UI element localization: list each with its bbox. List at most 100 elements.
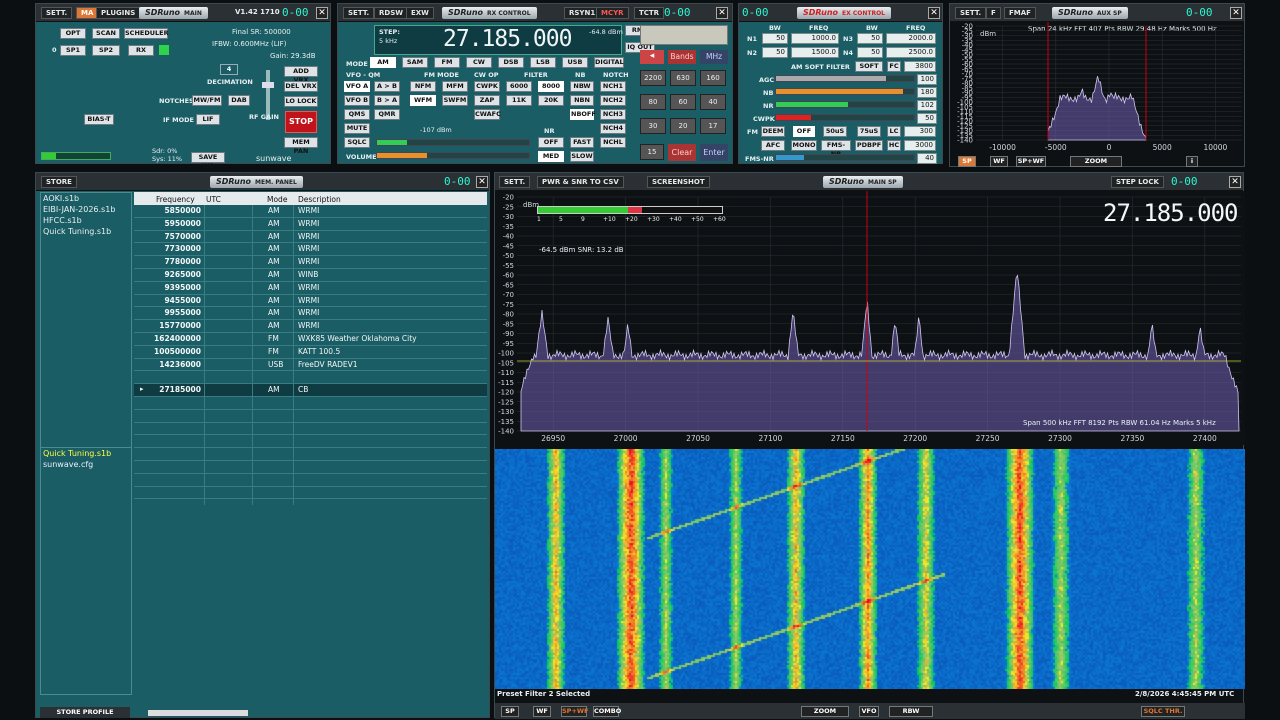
aux-f-button[interactable]: F xyxy=(986,7,1001,19)
fc-value[interactable]: 3800 xyxy=(904,61,936,72)
agc-slow-button[interactable]: SLOW xyxy=(570,151,594,162)
scheduler-button[interactable]: SCHEDULER xyxy=(124,28,168,39)
mem-table-row[interactable]: 100500000 FM KATT 100.5 xyxy=(134,346,487,359)
swfm-button[interactable]: SWFM xyxy=(442,95,468,106)
deem-off-button[interactable]: OFF xyxy=(793,126,815,137)
mem-table-row[interactable]: 5950000 AM WRMI xyxy=(134,218,487,231)
n4-bw[interactable]: 50 xyxy=(857,47,883,58)
step-lock-button[interactable]: STEP LOCK xyxy=(1111,176,1164,188)
enter-button[interactable]: Enter xyxy=(700,144,728,161)
mute-button[interactable]: MUTE xyxy=(344,123,370,134)
aux-spectrum[interactable]: -20-25-30-35-40-45-50-55-60-65-70-75-80-… xyxy=(950,22,1246,152)
band-key-80[interactable]: 80 xyxy=(640,94,666,110)
stop-button[interactable]: STOP xyxy=(285,111,317,133)
save-ws-button[interactable]: SAVE WS xyxy=(191,152,225,163)
cwpk-button[interactable]: CWPK xyxy=(474,81,500,92)
n2-bw[interactable]: 50 xyxy=(762,47,788,58)
deem-50-button[interactable]: 50uS xyxy=(823,126,847,137)
profile-file-item[interactable]: sunwave.cfg xyxy=(43,460,93,469)
mode-lsb-button[interactable]: LSB xyxy=(530,57,556,68)
bank-file-item[interactable]: EIBI-JAN-2026.s1b xyxy=(43,205,115,214)
ex-nr-slider[interactable] xyxy=(775,101,915,108)
b-to-a-button[interactable]: B > A xyxy=(374,95,400,106)
qmr-button[interactable]: QMR xyxy=(374,109,400,120)
col-utc[interactable]: UTC xyxy=(206,195,221,204)
aux-spwf-button[interactable]: SP+WF xyxy=(1016,156,1046,167)
main-spectrum[interactable]: -20-25-30-35-40-45-50-55-60-65-70-75-80-… xyxy=(495,191,1245,445)
rx-button[interactable]: RX xyxy=(128,45,154,56)
band-key-60[interactable]: 60 xyxy=(670,94,696,110)
band-key-160[interactable]: 160 xyxy=(700,70,726,86)
mhz-button[interactable]: MHz xyxy=(700,50,728,64)
deem-button[interactable]: DEEM xyxy=(761,126,785,137)
mainsp-zoom-control[interactable]: ZOOM xyxy=(801,706,849,717)
waterfall[interactable] xyxy=(495,449,1245,689)
mem-table-row[interactable]: 15770000 AM WRMI xyxy=(134,320,487,333)
fms-nr-button[interactable]: FMS-NR xyxy=(821,140,851,151)
bank-file-item[interactable]: HFCC.s1b xyxy=(43,216,82,225)
mem-table-row[interactable]: 27185000 AM CB ▸ xyxy=(134,384,487,397)
clear-button[interactable]: Clear xyxy=(668,144,696,161)
main-sett-button[interactable]: SETT. xyxy=(41,7,72,19)
volume-slider[interactable] xyxy=(376,152,530,159)
nboff-button[interactable]: NBOFF xyxy=(570,109,594,120)
mem-table-row[interactable]: 9455000 AM WRMI xyxy=(134,295,487,308)
nch3-button[interactable]: NCH3 xyxy=(600,109,626,120)
screenshot-button[interactable]: SCREENSHOT xyxy=(647,176,710,188)
main-frequency[interactable]: 27.185.000 xyxy=(1103,199,1238,227)
rsyn1-button[interactable]: RSYN1 xyxy=(564,7,600,19)
vfo-b-button[interactable]: VFO B xyxy=(344,95,370,106)
band-key-15[interactable]: 15 xyxy=(640,144,664,160)
store-button[interactable]: STORE xyxy=(41,176,77,188)
band-key-30[interactable]: 30 xyxy=(640,118,666,134)
fms-nr-slider[interactable] xyxy=(775,154,915,161)
mainsp-wf-button[interactable]: WF xyxy=(533,706,551,717)
nbn-button[interactable]: NBN xyxy=(570,95,594,106)
col-frequency[interactable]: Frequency xyxy=(156,195,195,204)
mainsp-sett-button[interactable]: SETT. xyxy=(499,176,530,188)
mode-dsb-button[interactable]: DSB xyxy=(498,57,524,68)
dab-button[interactable]: DAB xyxy=(228,95,250,106)
band-key-17[interactable]: 17 xyxy=(700,118,726,134)
filter-11k-button[interactable]: 11K xyxy=(506,95,532,106)
squelch-slider[interactable] xyxy=(376,139,530,146)
band-key-20[interactable]: 20 xyxy=(670,118,696,134)
aux-info-button[interactable]: i xyxy=(1186,156,1198,167)
decimation-value[interactable]: 4 xyxy=(220,64,238,75)
mainsp-close-icon[interactable]: ✕ xyxy=(1229,176,1241,188)
filter-8000-button[interactable]: 8000 xyxy=(538,81,564,92)
lo-lock-button[interactable]: LO LOCK xyxy=(284,96,318,107)
vfo-a-button[interactable]: VFO A xyxy=(344,81,370,92)
aux-wf-button[interactable]: WF xyxy=(990,156,1008,167)
del-vrx-button[interactable]: DEL VRX xyxy=(284,81,318,92)
rbw-control[interactable]: RBW xyxy=(889,706,933,717)
wfm-button[interactable]: WFM xyxy=(410,95,436,106)
ex-agc-slider[interactable] xyxy=(775,75,915,82)
zap-button[interactable]: ZAP xyxy=(474,95,500,106)
mode-digital-button[interactable]: DIGITAL xyxy=(594,57,624,68)
mode-am-button[interactable]: AM xyxy=(370,57,396,68)
agc-fast-button[interactable]: FAST xyxy=(570,137,594,148)
aux-sp-button[interactable]: SP xyxy=(958,156,976,167)
mem-hscroll[interactable] xyxy=(148,710,248,716)
nch1-button[interactable]: NCH1 xyxy=(600,81,626,92)
nch2-button[interactable]: NCH2 xyxy=(600,95,626,106)
mem-table-row[interactable]: 7570000 AM WRMI xyxy=(134,231,487,244)
soft-button[interactable]: SOFT xyxy=(855,61,883,72)
mwfm-button[interactable]: MW/FM xyxy=(192,95,222,106)
profile-file-item[interactable]: Quick Tuning.s1b xyxy=(43,449,111,458)
mem-table-row[interactable] xyxy=(134,371,487,384)
agc-med-button[interactable]: MED xyxy=(538,151,564,162)
n3-bw[interactable]: 50 xyxy=(857,33,883,44)
add-vrx-button[interactable]: ADD VRX xyxy=(284,66,318,77)
sqlc-button[interactable]: SQLC xyxy=(344,137,370,148)
bands-button[interactable]: Bands xyxy=(668,50,696,64)
tctr-button[interactable]: TCTR xyxy=(634,7,664,19)
pwr-csv-button[interactable]: PWR & SNR TO CSV xyxy=(537,176,624,188)
mainsp-spwf-button[interactable]: SP+WF xyxy=(561,706,587,717)
mem-table-row[interactable]: 5850000 AM WRMI xyxy=(134,205,487,218)
n4-freq[interactable]: 2500.0 xyxy=(886,47,936,58)
band-arrow-icon[interactable]: ◂ xyxy=(640,50,664,64)
mem-table-row[interactable]: 9955000 AM WRMI xyxy=(134,307,487,320)
deem-75-button[interactable]: 75uS xyxy=(857,126,881,137)
